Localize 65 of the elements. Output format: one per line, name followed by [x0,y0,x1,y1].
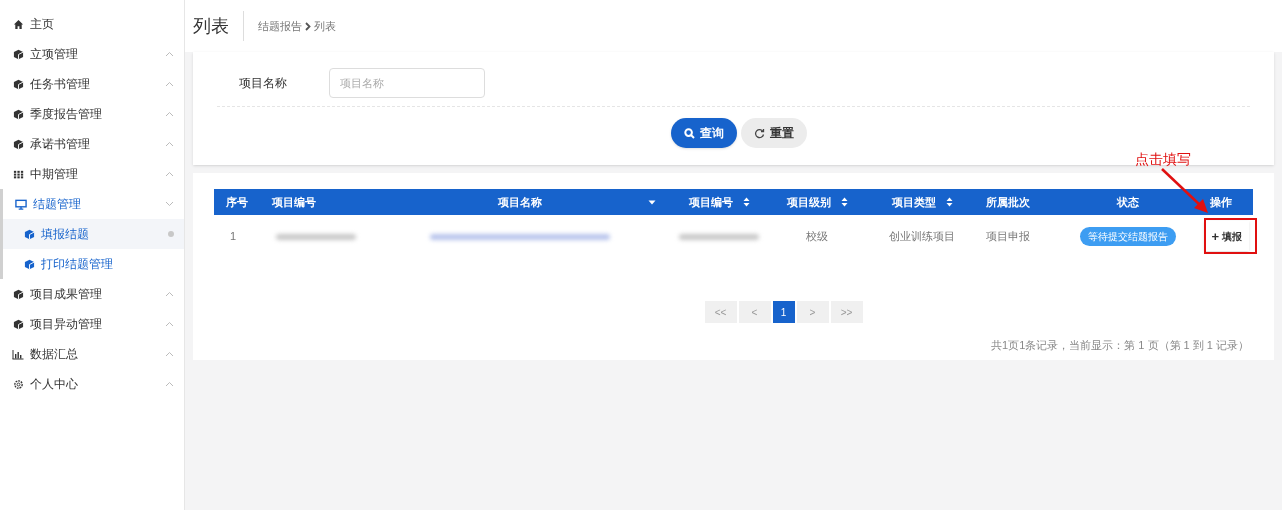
cube-icon [12,138,24,150]
table-cell: 项目申报 [986,229,1030,242]
sidebar-item[interactable]: 项目异动管理 [0,309,184,339]
chevron-icon [165,81,174,87]
reset-button[interactable]: 重置 [740,118,807,148]
sidebar-item[interactable]: 数据汇总 [0,339,184,369]
monitor-icon [15,198,27,210]
gear-icon [12,378,24,390]
chevron-icon [165,111,174,117]
annotation-frame [1204,218,1257,254]
column-header: 状态 [1117,194,1139,210]
annotation-arrow [1160,168,1210,214]
table-cell: 创业训练项目 [889,229,955,242]
sidebar-subitem[interactable]: 打印结题管理 [3,249,184,279]
search-field[interactable]: 项目名称 [329,68,485,98]
chevron-icon [165,201,174,207]
page-title: 列表 [193,11,244,41]
breadcrumb-item[interactable]: 列表 [314,17,336,35]
cube-icon [23,258,35,270]
search-icon [683,127,695,139]
sidebar-item[interactable]: 承诺书管理 [0,129,184,159]
cube-icon [12,78,24,90]
grid-icon [12,168,24,180]
cube-icon [23,228,35,240]
column-header[interactable]: 项目名称 [498,193,542,211]
sidebar-item[interactable]: 立项管理 [0,39,184,69]
breadcrumb-item[interactable]: 结题报告 [258,17,302,35]
pagination-summary: 共1页1条记录，当前显示：第 1 页（第 1 到 1 记录） [991,338,1250,353]
chevron-icon [165,291,174,297]
annotation-text: 点击填写 [1135,150,1191,169]
column-header[interactable]: 项目类型 [891,193,936,211]
column-header: 序号 [226,194,248,210]
search-button[interactable]: 查询 [670,118,737,148]
column-header: 项目编号 [272,194,316,210]
sidebar-item[interactable]: 中期管理 [0,159,184,189]
sidebar-subitem[interactable]: 填报结题 [3,219,184,249]
column-header[interactable]: 项目编号 [688,193,733,211]
page-button[interactable]: 1 [772,301,795,323]
cube-icon [12,288,24,300]
sidebar-item[interactable]: 个人中心 [0,369,184,399]
field-label: 项目名称 [238,75,288,92]
chevron-icon [165,381,174,387]
fill-report-button[interactable]: + 填报 [1204,221,1249,251]
chevron-icon [165,51,174,57]
table-cell: 校级 [806,229,828,242]
sidebar-item[interactable]: 季度报告管理 [0,99,184,129]
cube-icon [12,318,24,330]
column-header: 操作 [1209,194,1232,210]
column-header: 所属批次 [986,194,1030,210]
status-badge: 等待提交结题报告 [1080,226,1176,246]
home-icon [12,18,24,30]
table-cell: 1 [230,229,237,242]
sidebar-item[interactable]: 主页 [0,9,184,39]
chevron-right-icon [305,21,311,31]
refresh-icon [753,127,765,139]
bar-chart-icon [12,348,24,360]
sidebar-item[interactable]: 任务书管理 [0,69,184,99]
chevron-icon [165,141,174,147]
sidebar-item[interactable]: 项目成果管理 [0,279,184,309]
column-header[interactable]: 项目级别 [786,193,831,211]
cube-icon [12,48,24,60]
chevron-icon [165,171,174,177]
chevron-icon [165,351,174,357]
cube-icon [12,108,24,120]
chevron-icon [165,321,174,327]
